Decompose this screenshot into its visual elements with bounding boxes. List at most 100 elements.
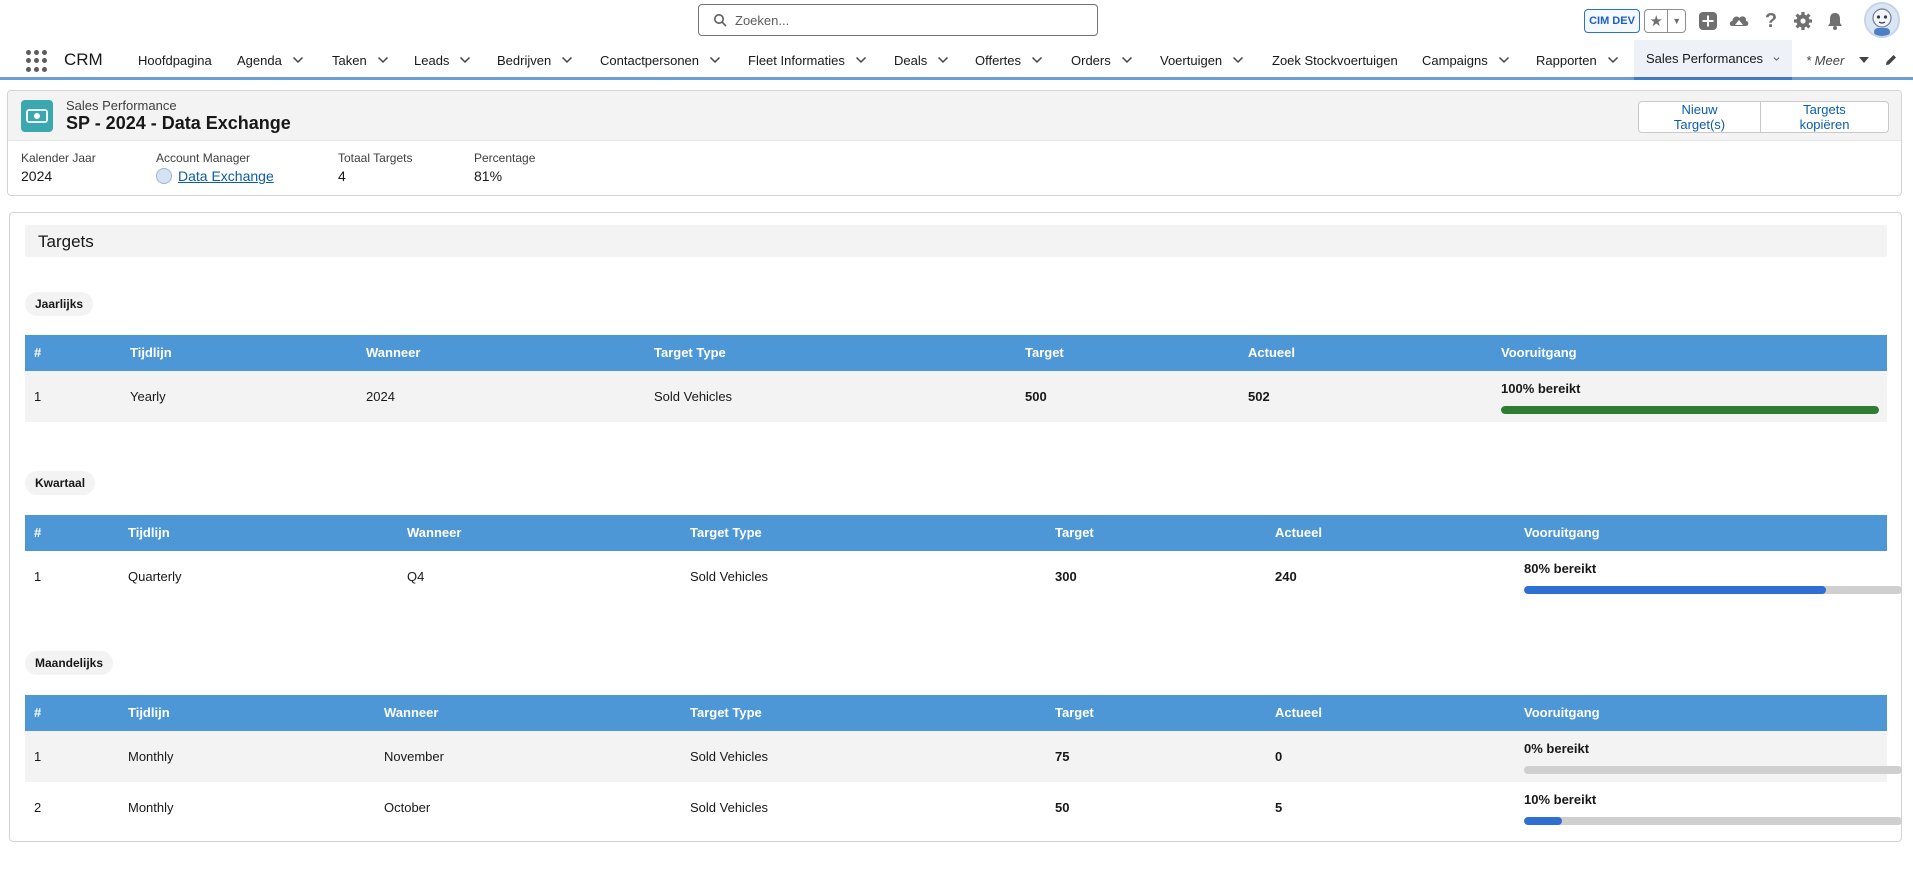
field-account-manager: Account Manager Data Exchange xyxy=(156,151,274,184)
field-value: 81% xyxy=(474,168,503,184)
chevron-down-icon xyxy=(1773,56,1780,61)
col-tijdlijn: Tijdlijn xyxy=(130,345,172,360)
page-title: SP - 2024 - Data Exchange xyxy=(66,113,291,133)
nav-item-fleet-informaties[interactable]: Fleet Informaties xyxy=(748,40,867,80)
targets-card: Targets Jaarlijks # Tijdlijn Wanneer Tar… xyxy=(9,212,1902,842)
chevron-down-icon xyxy=(562,56,573,64)
nav-item-orders[interactable]: Orders xyxy=(1071,40,1133,80)
cell-actual: 502 xyxy=(1248,389,1270,404)
copy-targets-button[interactable]: Targets kopiëren xyxy=(1761,101,1889,133)
bell-icon[interactable] xyxy=(1823,9,1847,33)
chevron-down-icon xyxy=(377,56,388,64)
cell-timeline: Monthly xyxy=(128,800,174,815)
table-row: 1 Monthly November Sold Vehicles 75 0 0%… xyxy=(25,731,1902,782)
nav-item-zoek-stockvoertuigen[interactable]: Zoek Stockvoertuigen xyxy=(1272,40,1398,80)
nav-item-contactpersonen[interactable]: Contactpersonen xyxy=(600,40,721,80)
org-badge[interactable]: CIM DEV xyxy=(1584,9,1640,33)
cell-idx: 1 xyxy=(34,749,42,764)
progress-fill xyxy=(1524,817,1562,825)
nav-more-menu[interactable]: * Meer xyxy=(1806,40,1870,80)
field-label: Percentage xyxy=(474,151,536,165)
trailhead-icon[interactable] xyxy=(1727,9,1751,33)
user-avatar-icon xyxy=(156,168,172,184)
field-value: 2024 xyxy=(21,168,53,184)
avatar[interactable] xyxy=(1864,2,1900,38)
cell-type: Sold Vehicles xyxy=(654,389,733,404)
progress-label: 0% bereikt xyxy=(1524,741,1590,756)
plus-icon[interactable] xyxy=(1696,9,1720,33)
col-vooruitgang: Vooruitgang xyxy=(1524,705,1600,720)
nav-item-sales-performances[interactable]: Sales Performances xyxy=(1634,40,1792,80)
col-target: Target xyxy=(1025,345,1064,360)
money-icon xyxy=(21,100,53,132)
table-row: 1 Quarterly Q4 Sold Vehicles 300 240 80%… xyxy=(25,551,1902,602)
global-search[interactable] xyxy=(698,4,1098,36)
chevron-down-icon xyxy=(855,56,866,64)
field-kalender-jaar: Kalender Jaar 2024 xyxy=(21,151,96,184)
chevron-down-icon xyxy=(938,56,949,64)
chevron-down-icon xyxy=(460,56,471,64)
progress-bar xyxy=(1501,406,1879,414)
new-target-button[interactable]: Nieuw Target(s) xyxy=(1638,101,1761,133)
cell-timeline: Quarterly xyxy=(128,569,182,584)
chevron-down-icon xyxy=(292,56,303,64)
col-actueel: Actueel xyxy=(1275,705,1322,720)
nav-item-voertuigen[interactable]: Voertuigen xyxy=(1160,40,1244,80)
chevron-down-icon xyxy=(1498,56,1509,64)
col-vooruitgang: Vooruitgang xyxy=(1524,525,1600,540)
account-manager-link[interactable]: Data Exchange xyxy=(178,168,274,184)
cell-type: Sold Vehicles xyxy=(690,800,769,815)
table-maandelijks: # Tijdlijn Wanneer Target Type Target Ac… xyxy=(25,695,1902,833)
col-tijdlijn: Tijdlijn xyxy=(128,705,170,720)
nav-item-bedrijven[interactable]: Bedrijven xyxy=(497,40,573,80)
cell-when: October xyxy=(384,800,431,815)
col-wanneer: Wanneer xyxy=(384,705,439,720)
nav-item-campaigns[interactable]: Campaigns xyxy=(1422,40,1510,80)
record-header: Sales Performance SP - 2024 - Data Excha… xyxy=(7,90,1902,196)
progress-fill xyxy=(1501,406,1879,414)
nav-item-deals[interactable]: Deals xyxy=(894,40,949,80)
cell-actual: 0 xyxy=(1275,749,1283,764)
field-label: Account Manager xyxy=(156,151,251,165)
field-totaal-targets: Totaal Targets 4 xyxy=(338,151,413,184)
nav-item-hoofdpagina[interactable]: Hoofdpagina xyxy=(138,40,212,80)
cell-idx: 1 xyxy=(34,389,42,404)
chevron-down-icon xyxy=(1607,56,1618,64)
col-wanneer: Wanneer xyxy=(366,345,421,360)
star-icon[interactable]: ★ xyxy=(1645,10,1669,32)
edit-nav-pencil-icon[interactable] xyxy=(1884,40,1898,80)
cell-when: November xyxy=(384,749,444,764)
gear-icon[interactable] xyxy=(1791,9,1815,33)
section-label-maandelijks: Maandelijks xyxy=(25,651,114,675)
favorites-group[interactable]: ★ ▼ xyxy=(1644,9,1686,33)
chevron-down-icon xyxy=(1233,56,1244,64)
nav-item-rapporten[interactable]: Rapporten xyxy=(1536,40,1619,80)
col-tijdlijn: Tijdlijn xyxy=(128,525,170,540)
progress-bar xyxy=(1524,586,1902,594)
card-header: Targets xyxy=(25,225,1887,257)
col-target: Target xyxy=(1055,525,1094,540)
cell-target: 300 xyxy=(1055,569,1077,584)
table-header: # Tijdlijn Wanneer Target Type Target Ac… xyxy=(25,515,1887,551)
cell-target: 50 xyxy=(1055,800,1070,815)
caret-down-icon[interactable]: ▼ xyxy=(1668,10,1685,32)
help-icon[interactable]: ? xyxy=(1759,9,1783,33)
col-target-type: Target Type xyxy=(690,525,762,540)
nav-item-offertes[interactable]: Offertes xyxy=(975,40,1043,80)
col-target: Target xyxy=(1055,705,1094,720)
record-actions: Nieuw Target(s) Targets kopiëren xyxy=(1638,101,1889,133)
caret-down-icon xyxy=(1859,57,1870,63)
search-input[interactable] xyxy=(735,12,1075,28)
col-idx: # xyxy=(34,525,42,540)
nav-item-leads[interactable]: Leads xyxy=(414,40,471,80)
card-title: Targets xyxy=(38,232,94,251)
navigation-bar: CRM Hoofdpagina Agenda Taken Leads Bedri… xyxy=(0,40,1913,80)
app-launcher-icon[interactable] xyxy=(26,50,48,72)
cell-timeline: Yearly xyxy=(130,389,166,404)
progress-label: 100% bereikt xyxy=(1501,381,1581,396)
chevron-down-icon xyxy=(709,56,721,64)
nav-item-agenda[interactable]: Agenda xyxy=(237,40,304,80)
cell-actual: 240 xyxy=(1275,569,1297,584)
section-label-jaarlijks: Jaarlijks xyxy=(25,292,94,316)
nav-item-taken[interactable]: Taken xyxy=(332,40,389,80)
